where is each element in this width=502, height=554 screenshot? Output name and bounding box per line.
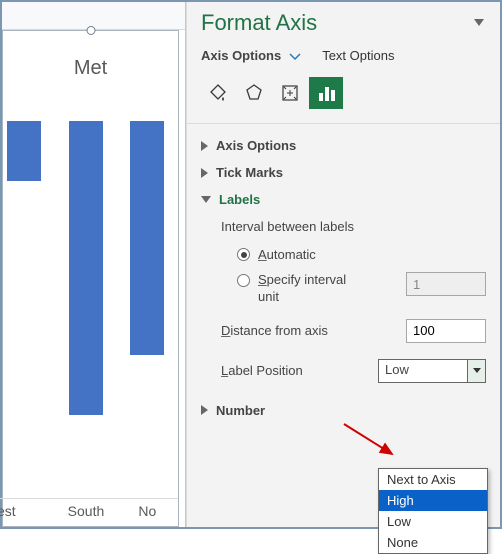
dropdown-option[interactable]: High bbox=[379, 490, 487, 511]
collapse-icon bbox=[201, 196, 211, 203]
label-position-dropdown-list[interactable]: Next to AxisHighLowNone bbox=[378, 468, 488, 554]
pane-collapse-icon[interactable] bbox=[472, 19, 486, 27]
fill-line-icon[interactable] bbox=[201, 77, 235, 109]
annotation-arrow bbox=[342, 420, 402, 462]
x-axis[interactable]: estSouthNo bbox=[0, 498, 178, 526]
chart-plot-area[interactable] bbox=[3, 121, 178, 498]
chart-object[interactable]: Met estSouthNo bbox=[2, 30, 179, 527]
interval-between-labels-label: Interval between labels bbox=[221, 213, 486, 242]
distance-from-axis-label: Distance from axis bbox=[221, 323, 328, 338]
bar[interactable] bbox=[7, 121, 41, 181]
size-properties-icon[interactable] bbox=[273, 77, 307, 109]
effects-icon[interactable] bbox=[237, 77, 271, 109]
chevron-down-icon[interactable] bbox=[289, 53, 301, 61]
x-tick-label: est bbox=[0, 499, 55, 526]
radio-specify-interval[interactable]: Specify interval unit bbox=[221, 267, 486, 311]
dropdown-option[interactable]: Next to Axis bbox=[379, 469, 487, 490]
axis-options-icon[interactable] bbox=[309, 77, 343, 109]
category-icon-strip bbox=[187, 73, 500, 123]
expand-icon bbox=[201, 168, 208, 178]
dropdown-option[interactable]: None bbox=[379, 532, 487, 553]
bar[interactable] bbox=[69, 121, 103, 415]
expand-icon bbox=[201, 141, 208, 151]
expand-icon bbox=[201, 405, 208, 415]
radio-icon bbox=[237, 248, 250, 261]
radio-automatic[interactable]: Automatic bbox=[221, 242, 486, 267]
radio-icon bbox=[237, 274, 250, 287]
x-tick-label: South bbox=[55, 499, 116, 526]
pane-title: Format Axis bbox=[201, 10, 317, 36]
tab-text-options[interactable]: Text Options bbox=[322, 48, 394, 63]
selection-handle-top[interactable] bbox=[86, 26, 95, 35]
section-labels[interactable]: Labels bbox=[201, 186, 486, 213]
spreadsheet-header-sliver bbox=[2, 2, 185, 30]
distance-from-axis-input[interactable] bbox=[406, 319, 486, 343]
interval-unit-input bbox=[406, 272, 486, 296]
label-position-label: Label Position bbox=[221, 363, 303, 378]
section-tick-marks[interactable]: Tick Marks bbox=[201, 159, 486, 186]
bar[interactable] bbox=[130, 121, 164, 355]
label-position-dropdown[interactable]: Low bbox=[378, 359, 486, 383]
chart-pane: Met estSouthNo bbox=[2, 2, 186, 527]
tab-axis-options[interactable]: Axis Options bbox=[201, 48, 281, 63]
x-tick-label: No bbox=[117, 499, 178, 526]
dropdown-arrow-icon[interactable] bbox=[467, 360, 485, 382]
section-axis-options[interactable]: Axis Options bbox=[201, 132, 486, 159]
chart-title[interactable]: Met bbox=[3, 57, 178, 80]
